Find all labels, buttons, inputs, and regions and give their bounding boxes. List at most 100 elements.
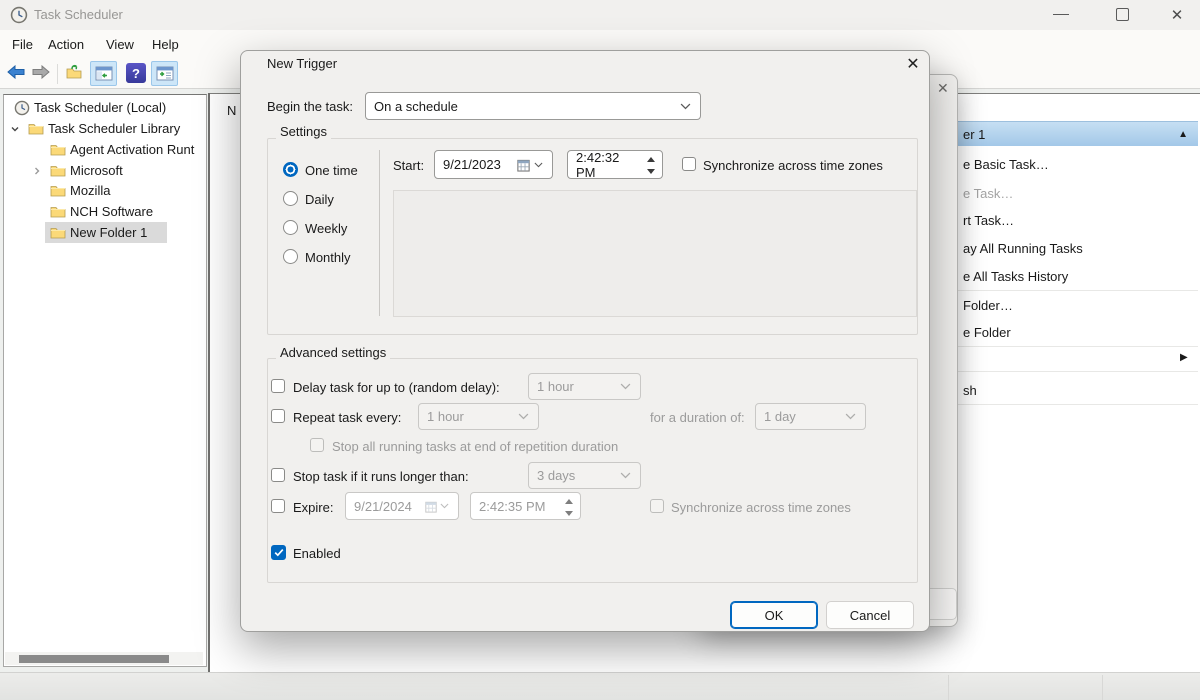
action-pane-icon — [156, 66, 174, 81]
maximize-button[interactable] — [1116, 8, 1129, 21]
radio-daily[interactable] — [283, 191, 298, 206]
stop-task-checkbox[interactable] — [271, 468, 285, 482]
delay-task-checkbox[interactable] — [271, 379, 285, 393]
ok-button-label: OK — [765, 608, 784, 623]
submenu-arrow-icon[interactable]: ▶ — [1180, 352, 1188, 363]
column-header-name[interactable]: N — [227, 103, 236, 118]
repeat-interval-select: 1 hour — [418, 403, 539, 430]
action-create-basic-task[interactable]: e Basic Task… — [958, 150, 1198, 178]
radio-daily-label: Daily — [305, 192, 334, 207]
actions-header[interactable]: er 1 ▲ — [957, 121, 1198, 146]
advanced-group-label: Advanced settings — [276, 345, 390, 360]
stop-task-duration-value: 3 days — [537, 468, 575, 483]
action-label: e Folder — [963, 325, 1011, 340]
tree-item-nch-software[interactable]: NCH Software — [50, 201, 153, 222]
check-icon — [274, 548, 284, 557]
spin-up-icon[interactable] — [644, 154, 658, 164]
action-label: ay All Running Tasks — [963, 241, 1083, 256]
radio-weekly[interactable] — [283, 220, 298, 235]
action-new-folder[interactable]: Folder… — [958, 291, 1198, 319]
export-list-icon[interactable] — [65, 64, 83, 79]
action-display-running-tasks[interactable]: ay All Running Tasks — [958, 234, 1198, 262]
cancel-button-label: Cancel — [850, 608, 890, 623]
app-icon — [10, 6, 28, 24]
menu-action[interactable]: Action — [42, 30, 90, 60]
tree-item-agent-activation[interactable]: Agent Activation Runt — [50, 139, 194, 160]
chevron-down-icon — [845, 413, 856, 420]
expire-label: Expire: — [293, 500, 333, 515]
actions-header-label: er 1 — [963, 127, 985, 142]
enabled-label: Enabled — [293, 546, 341, 561]
chevron-down-icon — [620, 383, 631, 390]
delay-duration-value: 1 hour — [537, 379, 574, 394]
expire-checkbox[interactable] — [271, 499, 285, 513]
tree-item-library[interactable]: Task Scheduler Library — [10, 118, 180, 139]
console-tree-panel: Task Scheduler (Local) Task Scheduler Li… — [3, 94, 207, 667]
folder-icon — [50, 164, 66, 177]
expire-sync-label: Synchronize across time zones — [671, 500, 851, 515]
tree-item-root[interactable]: Task Scheduler (Local) — [14, 97, 166, 118]
chevron-down-icon — [534, 162, 543, 168]
action-label: e Task… — [963, 186, 1013, 201]
menu-view[interactable]: View — [100, 30, 140, 60]
chevron-right-icon[interactable] — [32, 166, 42, 176]
duration-label: for a duration of: — [650, 410, 745, 425]
cancel-button[interactable]: Cancel — [826, 601, 914, 629]
console-tree-button[interactable] — [90, 61, 117, 86]
actions-separator — [958, 371, 1198, 372]
action-import-task[interactable]: rt Task… — [958, 206, 1198, 234]
radio-monthly-label: Monthly — [305, 250, 351, 265]
chevron-down-icon[interactable] — [10, 124, 20, 134]
back-icon[interactable] — [6, 65, 26, 79]
title-bar — [0, 0, 1200, 30]
actions-separator — [958, 404, 1198, 405]
settings-divider — [379, 150, 380, 316]
forward-icon[interactable] — [31, 65, 51, 79]
tree-item-mozilla[interactable]: Mozilla — [50, 180, 110, 201]
begin-task-value: On a schedule — [374, 99, 458, 114]
begin-task-label: Begin the task: — [267, 99, 353, 114]
action-all-tasks-history[interactable]: e All Tasks History — [958, 262, 1198, 290]
enabled-checkbox[interactable] — [271, 545, 286, 560]
collapse-icon[interactable]: ▲ — [1178, 129, 1188, 140]
toolbar-separator — [57, 64, 58, 84]
tree-item-new-folder-1[interactable]: New Folder 1 — [50, 222, 147, 243]
scrollbar-thumb[interactable] — [19, 655, 169, 663]
stop-all-tasks-label: Stop all running tasks at end of repetit… — [332, 439, 618, 454]
minimize-button[interactable] — [1053, 14, 1069, 15]
tree-item-label: Microsoft — [70, 163, 123, 178]
start-date-picker[interactable]: 9/21/2023 — [434, 150, 553, 179]
action-delete-folder[interactable]: e Folder — [958, 318, 1198, 346]
menu-file[interactable]: File — [6, 30, 39, 60]
repeat-interval-value: 1 hour — [427, 409, 464, 424]
radio-one-time[interactable] — [283, 162, 298, 177]
action-pane-button[interactable] — [151, 61, 178, 86]
close-icon[interactable]: ✕ — [937, 80, 949, 97]
sync-timezones-checkbox[interactable] — [682, 157, 696, 171]
schedule-detail-panel — [393, 190, 917, 317]
menu-help[interactable]: Help — [146, 30, 185, 60]
calendar-icon — [517, 159, 530, 172]
spin-down-icon[interactable] — [644, 166, 658, 176]
tree-item-microsoft[interactable]: Microsoft — [32, 160, 123, 181]
radio-monthly[interactable] — [283, 249, 298, 264]
help-icon[interactable]: ? — [126, 63, 146, 83]
expire-time-value: 2:42:35 PM — [479, 499, 546, 514]
expire-sync-checkbox — [650, 499, 664, 513]
ok-button[interactable]: OK — [730, 601, 818, 629]
spin-down-icon — [562, 508, 576, 518]
chevron-down-icon — [518, 413, 529, 420]
dialog-close-icon[interactable]: ✕ — [902, 53, 924, 75]
repeat-task-checkbox[interactable] — [271, 409, 285, 423]
duration-select: 1 day — [755, 403, 866, 430]
action-refresh[interactable]: sh — [958, 376, 1198, 404]
begin-task-select[interactable]: On a schedule — [365, 92, 701, 120]
folder-icon — [50, 143, 66, 156]
start-time-spinner[interactable]: 2:42:32 PM — [567, 150, 663, 179]
close-button[interactable]: ✕ — [1166, 4, 1188, 26]
action-create-task[interactable]: e Task… — [958, 179, 1198, 207]
action-label: e All Tasks History — [963, 269, 1068, 284]
dialog-title: New Trigger — [267, 56, 337, 71]
folder-clock-icon — [28, 122, 44, 135]
action-label: Folder… — [963, 298, 1013, 313]
